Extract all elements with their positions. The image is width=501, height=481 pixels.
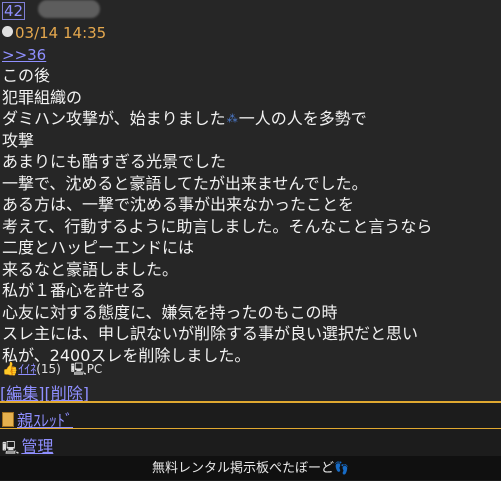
thumbs-up-icon[interactable]: 👍: [2, 362, 18, 377]
post-meta: 👍ｲｲﾈ(15) 🖳PC: [2, 360, 102, 381]
like-count: (15): [36, 362, 61, 376]
post-date: 03/14 14:35: [2, 24, 106, 42]
post-number-link[interactable]: 42: [2, 2, 26, 20]
post-line: あまりにも酷すぎる光景でした: [2, 152, 227, 171]
footprint-icon: 👣: [334, 461, 349, 475]
post-line-part: ダミハン攻撃が、始まりました: [2, 109, 226, 128]
post-line: 考えて、行動するように助言しました。そんなこと言うなら: [2, 216, 433, 236]
post-line: ダミハン攻撃が、始まりました⁂一人の人を多勢で: [2, 108, 432, 130]
post-line: 攻撃: [2, 130, 35, 150]
post-block: 42 03/14 14:35 >>36 この後 犯罪組織の ダミハン攻撃が、始ま…: [0, 0, 501, 403]
post-line: 二度とハッピーエンドには: [2, 238, 195, 257]
reply-anchor-link[interactable]: >>36: [2, 46, 46, 64]
post-line: ある方は、一撃で沈める事が出来なかったことを: [2, 195, 355, 214]
admin-icon: 🖳: [2, 441, 20, 456]
document-icon: [2, 412, 14, 427]
footer-text[interactable]: 無料レンタル掲示板ぺたぼーど: [152, 461, 334, 476]
device-label: PC: [86, 362, 103, 376]
post-line-part: 一人の人を多勢で: [238, 109, 367, 128]
emoji-icon: ⁂: [226, 112, 238, 125]
post-line: 犯罪組織の: [2, 87, 83, 107]
site-footer: 無料レンタル掲示板ぺたぼーど👣: [0, 456, 501, 480]
clock-icon: [2, 26, 13, 37]
blurred-poster-name: [38, 0, 100, 18]
post-line: 私が１番心を許せる: [2, 281, 147, 300]
pc-icon: 🖳: [70, 362, 87, 376]
divider: [0, 401, 501, 403]
post-line: この後: [2, 66, 51, 85]
post-body: この後 犯罪組織の ダミハン攻撃が、始まりました⁂一人の人を多勢で 攻撃 あまり…: [2, 65, 432, 366]
post-line: 一撃で、沈めると豪語してたが出来ませんでした。: [2, 173, 368, 193]
post-line: 来るなと豪語しました。: [2, 259, 179, 279]
admin-link[interactable]: 管理: [21, 437, 53, 456]
divider: [0, 428, 501, 429]
post-line: 心友に対する態度に、嫌気を持ったのもこの時: [2, 302, 338, 322]
post-line: スレ主には、申し訳ないが削除する事が良い選択だと思い: [2, 324, 419, 343]
like-button[interactable]: ｲｲﾈ: [18, 362, 36, 376]
post-datetime: 03/14 14:35: [15, 24, 107, 42]
